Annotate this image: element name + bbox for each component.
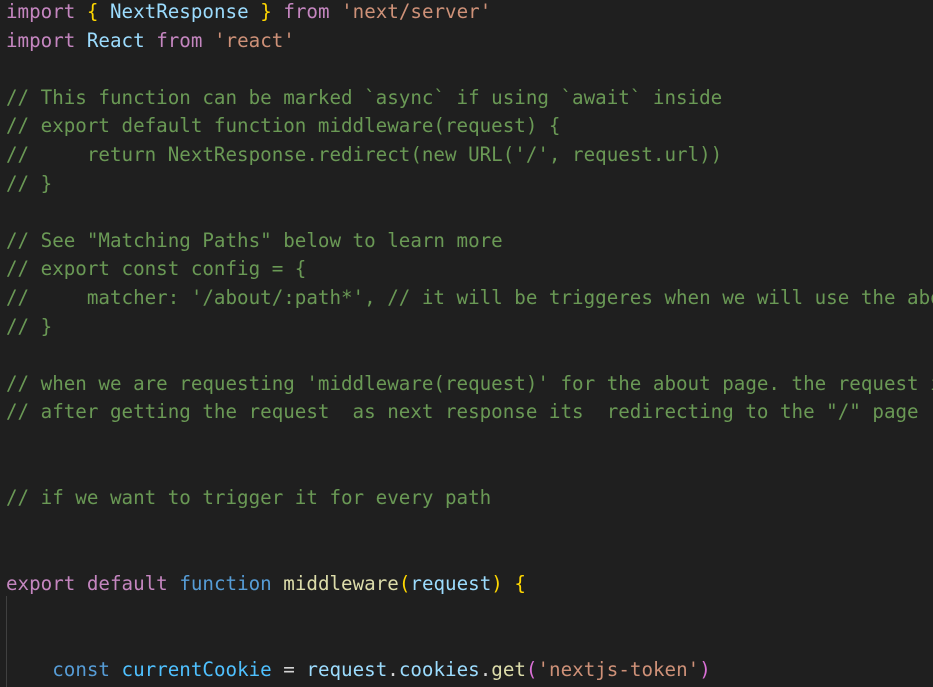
code-line: // See "Matching Paths" below to learn m…: [6, 227, 503, 256]
code-line: // export const config = {: [6, 255, 306, 284]
code-token: // if we want to trigger it for every pa…: [6, 486, 492, 510]
code-line: // return NextResponse.redirect(new URL(…: [6, 141, 722, 170]
code-line: export default function middleware(reque…: [6, 570, 526, 599]
code-token: .: [479, 657, 492, 681]
code-token: // export default function middleware(re…: [6, 114, 561, 138]
code-token: // }: [6, 171, 53, 195]
code-line: const currentCookie = request.cookies.ge…: [6, 656, 711, 685]
code-line: // }: [6, 170, 52, 199]
code-token: {: [514, 572, 526, 595]
code-token: // export const config = {: [6, 257, 307, 281]
code-token: }: [260, 0, 272, 23]
code-token: NextResponse: [110, 0, 249, 23]
code-line: // }: [6, 313, 52, 342]
code-token: // return NextResponse.redirect(new URL(…: [6, 143, 723, 166]
code-token: from: [156, 28, 203, 52]
code-token: currentCookie: [121, 657, 272, 681]
code-editor[interactable]: import { NextResponse } from 'next/serve…: [0, 0, 933, 687]
code-token: // after getting the request as next res…: [6, 400, 919, 424]
code-token: cookies: [398, 657, 480, 681]
code-token: React: [86, 28, 145, 52]
code-token: // matcher: '/about/:path*', // it will …: [6, 286, 933, 309]
code-token: // This function can be marked `async` i…: [6, 85, 723, 109]
code-token: .: [387, 657, 399, 681]
code-token: 'next/server': [341, 0, 492, 23]
code-token: (: [398, 572, 411, 595]
code-token: get: [491, 657, 526, 681]
code-token: {: [86, 0, 99, 23]
code-line: // if we want to trigger it for every pa…: [6, 484, 491, 513]
code-token: // See "Matching Paths" below to learn m…: [6, 228, 503, 252]
code-token: ): [699, 657, 711, 681]
code-line: // when we are requesting 'middleware(re…: [6, 370, 933, 399]
code-token: import: [6, 28, 76, 52]
code-token: from: [283, 0, 330, 23]
code-token: import: [6, 0, 76, 23]
code-line: // This function can be marked `async` i…: [6, 84, 722, 113]
code-line: // matcher: '/about/:path*', // it will …: [6, 284, 933, 313]
code-token: 'nextjs-token': [537, 657, 700, 681]
code-line: import React from 'react': [6, 27, 295, 56]
code-token: middleware: [283, 572, 399, 595]
code-token: ): [491, 572, 503, 595]
code-line: import { NextResponse } from 'next/serve…: [6, 0, 491, 27]
code-token: request: [410, 572, 492, 595]
code-token: (: [525, 657, 538, 681]
code-token: =: [271, 657, 307, 681]
code-token: 'react': [213, 28, 295, 52]
code-token: function: [179, 572, 272, 595]
code-line: // export default function middleware(re…: [6, 112, 561, 141]
code-token: export: [6, 572, 76, 595]
code-token: // when we are requesting 'middleware(re…: [6, 371, 933, 395]
code-line: // after getting the request as next res…: [6, 398, 919, 427]
code-token: const: [52, 657, 110, 681]
code-token: default: [86, 572, 168, 595]
code-token: // }: [6, 314, 53, 338]
code-token: request: [306, 657, 388, 681]
